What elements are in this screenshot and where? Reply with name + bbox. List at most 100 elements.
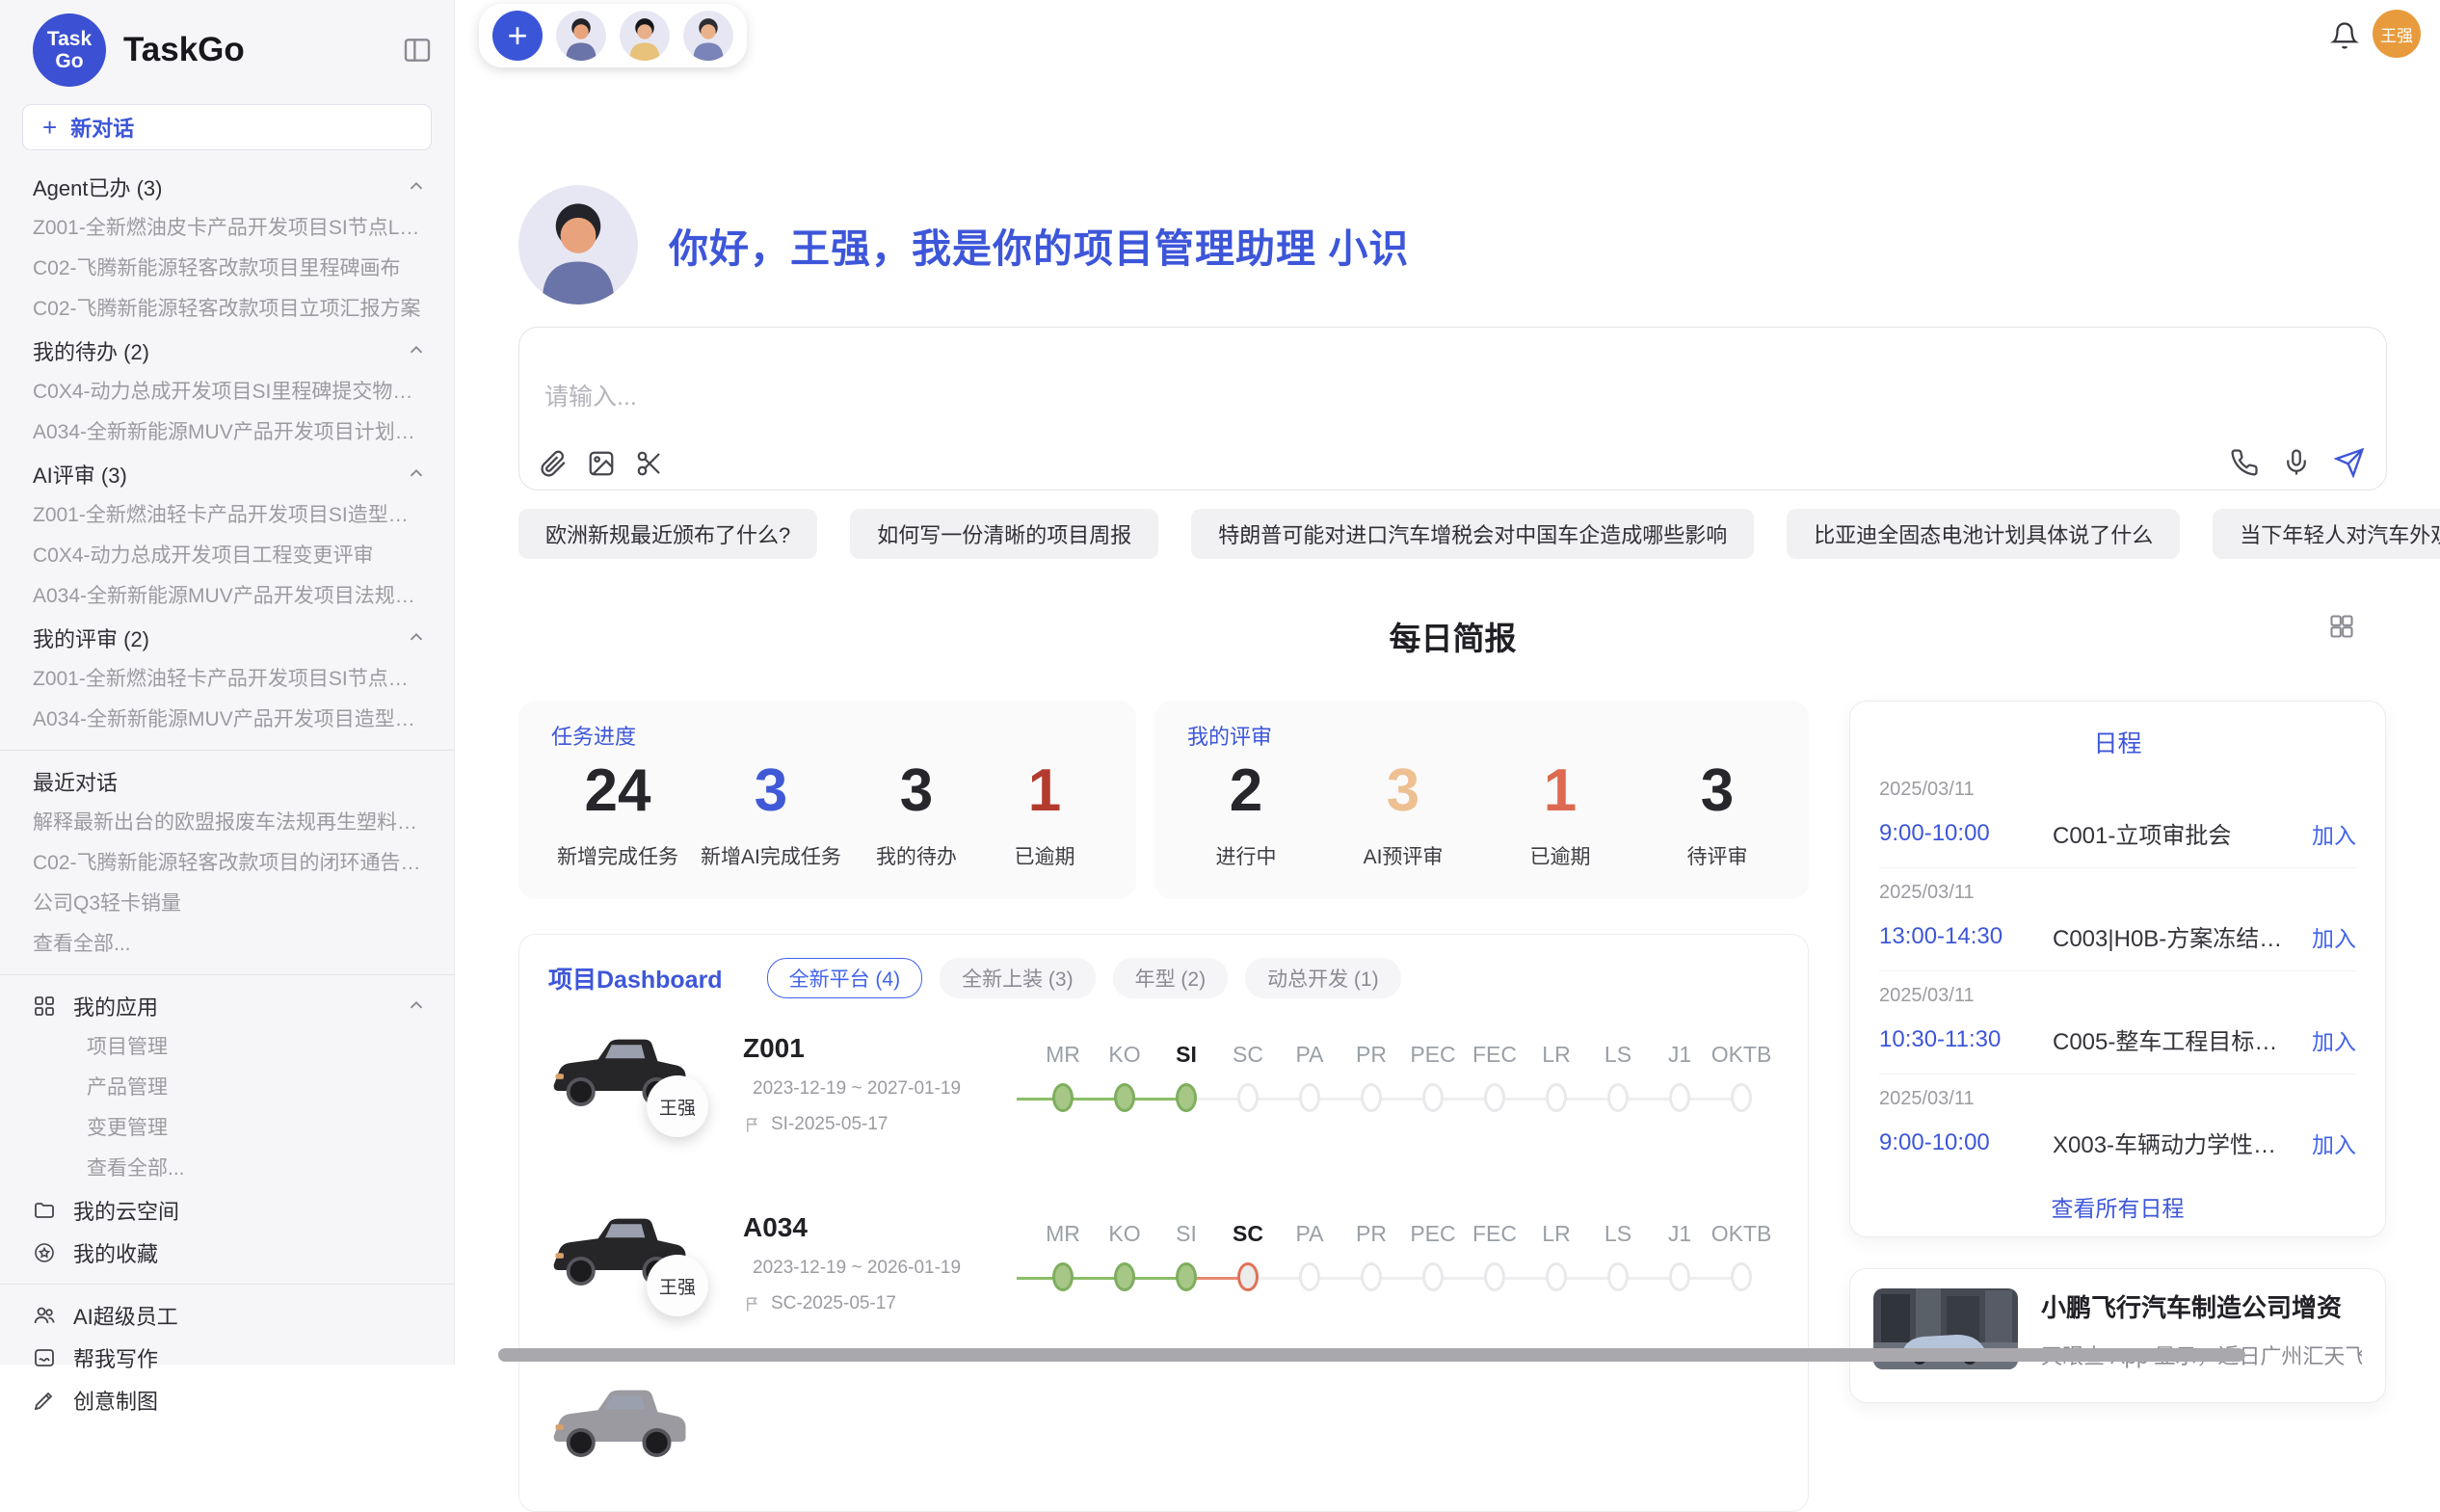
stat-value: 3 [900, 756, 933, 826]
sidebar-task-item[interactable]: C02-飞腾新能源轻客改款项目立项汇报方案 [0, 289, 454, 330]
sidebar-item-my-apps[interactable]: 我的应用 [0, 985, 454, 1027]
voice-call-button[interactable] [2230, 448, 2259, 477]
dashboard-tab[interactable]: 全新平台 (4) [767, 958, 923, 998]
project-dashboard-card: 项目Dashboard 全新平台 (4)全新上装 (3)年型 (2)动总开发 (… [518, 934, 1809, 1512]
sidebar-item-favorites[interactable]: 我的收藏 [0, 1232, 454, 1274]
stat-label: 进行中 [1216, 841, 1277, 870]
microphone-button[interactable] [2282, 448, 2311, 477]
milestone-stop: MR [1032, 1210, 1094, 1357]
sidebar-section-header[interactable]: Agent已办 (3) [0, 166, 454, 208]
join-meeting-link[interactable]: 加入 [2312, 1127, 2356, 1159]
app-shortcut-item[interactable]: 查看全部... [0, 1149, 454, 1189]
divider [0, 974, 454, 975]
avatar-illustration [518, 185, 638, 305]
user-avatar[interactable]: 王强 [2373, 10, 2421, 58]
dashboard-tab[interactable]: 全新上装 (3) [940, 958, 1096, 998]
view-all-schedule-link[interactable]: 查看所有日程 [1879, 1177, 2356, 1236]
milestone-dot [1422, 1262, 1444, 1291]
sidebar-section-header[interactable]: AI评审 (3) [0, 453, 454, 495]
milestone-dot [1484, 1262, 1505, 1291]
sidebar-task-item[interactable]: Z001-全新燃油皮卡产品开发项目SI节点Lesson Learn报告 [0, 208, 454, 249]
divider [0, 750, 454, 751]
chevron-up-icon [406, 464, 427, 485]
recent-chat-item[interactable]: 解释最新出台的欧盟报废车法规再生塑料比例被调至15%... [0, 803, 454, 843]
agent-avatar[interactable] [683, 11, 733, 61]
sidebar-item-cloud-space[interactable]: 我的云空间 [0, 1189, 454, 1232]
app-shortcut-item[interactable]: 项目管理 [0, 1027, 454, 1068]
milestone-label: SI [1176, 1220, 1197, 1247]
stat-column: 3待评审 [1664, 756, 1770, 870]
milestone-dot [1176, 1262, 1197, 1291]
sidebar-section-header[interactable]: 我的待办 (2) [0, 330, 454, 372]
stat-label: 已逾期 [1530, 841, 1591, 870]
recent-chats-header[interactable]: 最近对话 [0, 760, 454, 803]
sidebar-task-item[interactable]: Z001-全新燃油轻卡产品开发项目SI造型提交物评审 [0, 495, 454, 536]
milestone-label: J1 [1668, 1220, 1691, 1247]
agent-avatar[interactable] [620, 11, 670, 61]
sidebar-collapse-button[interactable] [402, 35, 433, 66]
milestone-label: PEC [1410, 1041, 1455, 1068]
recent-chat-item[interactable]: 公司Q3轻卡销量 [0, 884, 454, 924]
suggestion-chip[interactable]: 特朗普可能对进口汽车增税会对中国车企造成哪些影响 [1191, 509, 1754, 559]
attachment-button[interactable] [539, 449, 568, 478]
milestone-stop: MR [1032, 1031, 1094, 1178]
dashboard-tab[interactable]: 动总开发 (1) [1245, 958, 1401, 998]
add-conversation-button[interactable]: + [492, 11, 543, 61]
suggestion-chip[interactable]: 欧洲新规最近颁布了什么? [518, 509, 817, 559]
stat-label: AI预评审 [1364, 841, 1444, 870]
screenshot-button[interactable] [635, 449, 664, 478]
join-meeting-link[interactable]: 加入 [2312, 1023, 2356, 1056]
join-meeting-link[interactable]: 加入 [2312, 920, 2356, 953]
milestone-stop: PEC [1402, 1210, 1464, 1357]
news-card[interactable]: 小鹏飞行汽车制造公司增资 天眼查 App 显示，近日广州汇天飞行汽... [1849, 1268, 2386, 1403]
milestone-dot [1052, 1083, 1074, 1112]
sidebar-tool-2[interactable]: 帮我写作 [0, 1337, 454, 1379]
sidebar-task-item[interactable]: Z001-全新燃油轻卡产品开发项目SI节点属性5D文件评审 [0, 659, 454, 700]
app-shortcut-item[interactable]: 变更管理 [0, 1108, 454, 1149]
milestone-dot [1731, 1262, 1752, 1291]
milestone-dot [1052, 1262, 1074, 1291]
sidebar-tool-1[interactable]: AI超级员工 [0, 1294, 454, 1337]
milestone-stop: FEC [1464, 1210, 1525, 1357]
new-chat-button[interactable]: + 新对话 [22, 104, 432, 150]
schedule-name: C001-立项审批会 [2053, 816, 2298, 850]
milestone-stop: KO [1094, 1210, 1155, 1357]
suggestion-chip[interactable]: 如何写一份清晰的项目周报 [850, 509, 1158, 559]
milestone-label: PR [1356, 1220, 1387, 1247]
notifications-button[interactable] [2330, 21, 2359, 55]
recent-chat-item[interactable]: C02-飞腾新能源轻客改款项目的闭环通告反馈情况 [0, 843, 454, 884]
app-shortcut-item[interactable]: 产品管理 [0, 1068, 454, 1108]
sidebar-task-item[interactable]: A034-全新新能源MUV产品开发项目计划变更表编写 [0, 412, 454, 453]
sidebar-task-item[interactable]: C02-飞腾新能源轻客改款项目里程碑画布 [0, 249, 454, 289]
project-row[interactable]: 王强A0342023-12-19 ~ 2026-01-19SC-2025-05-… [548, 1210, 1779, 1357]
join-meeting-link[interactable]: 加入 [2312, 817, 2356, 850]
sidebar-tool-3[interactable]: 创意制图 [0, 1379, 454, 1421]
suggestion-chip[interactable]: 当下年轻人对汽车外观有怎样的喜好趋势 [2213, 509, 2440, 559]
suggestion-chip[interactable]: 比亚迪全固态电池计划具体说了什么 [1787, 509, 2180, 559]
stat-column: 3我的待办 [863, 756, 969, 870]
milestone-dot [1237, 1083, 1259, 1112]
dashboard-tab[interactable]: 年型 (2) [1113, 958, 1229, 998]
recent-chats-title: 最近对话 [33, 766, 118, 797]
plus-icon: + [42, 115, 57, 140]
briefing-layout-button[interactable] [2328, 613, 2355, 645]
recent-chat-item[interactable]: 查看全部... [0, 924, 454, 965]
sidebar-task-item[interactable]: A034-全新新能源MUV产品开发项目造型可行性评审 [0, 700, 454, 740]
milestone-dot [1546, 1262, 1567, 1291]
avatar-illustration [620, 11, 670, 61]
send-button[interactable] [2334, 447, 2365, 478]
schedule-list: 2025/03/119:00-10:00C001-立项审批会加入2025/03/… [1879, 765, 2356, 1177]
sidebar-task-item[interactable]: C0X4-动力总成开发项目工程变更评审 [0, 536, 454, 576]
chat-input[interactable] [535, 374, 2192, 421]
sidebar-task-item[interactable]: C0X4-动力总成开发项目SI里程碑提交物检查 [0, 372, 454, 412]
chevron-up-icon [406, 340, 427, 361]
sidebar-section-header[interactable]: 我的评审 (2) [0, 617, 454, 659]
insert-image-button[interactable] [587, 449, 616, 478]
project-row[interactable]: 王强Z0012023-12-19 ~ 2027-01-19SI-2025-05-… [548, 1031, 1779, 1178]
agent-avatar[interactable] [556, 11, 606, 61]
milestone-dot [1546, 1083, 1567, 1112]
new-chat-label: 新对话 [70, 112, 134, 143]
milestone-stop: SC [1217, 1210, 1279, 1357]
sidebar-task-item[interactable]: A034-全新新能源MUV产品开发项目法规符合性评审 [0, 576, 454, 617]
my-review-stats: 2进行中3AI预评审1已逾期3待评审 [1187, 756, 1776, 870]
